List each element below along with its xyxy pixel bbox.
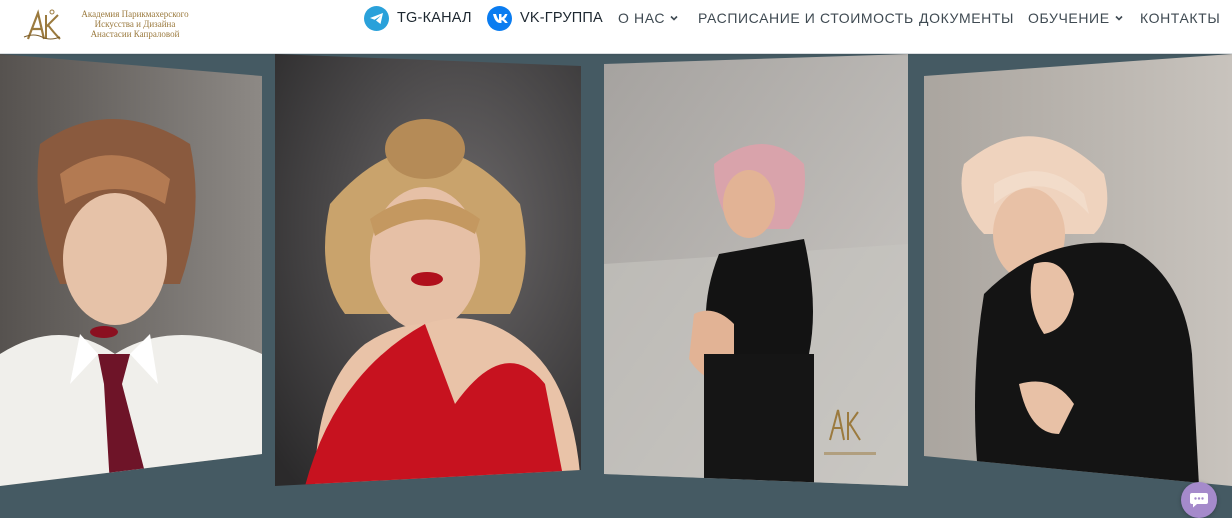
nav-schedule-label: РАСПИСАНИЕ И СТОИМОСТЬ <box>698 10 914 26</box>
site-header: Академия Парикмахерского Искусства и Диз… <box>0 0 1232 54</box>
chevron-down-icon <box>1115 15 1123 21</box>
nav-vk-link[interactable]: VK-ГРУППА <box>487 0 603 36</box>
gallery-photo-2[interactable] <box>275 54 581 486</box>
nav-contacts[interactable]: КОНТАКТЫ <box>1140 0 1220 36</box>
nav-schedule[interactable]: РАСПИСАНИЕ И СТОИМОСТЬ <box>698 0 914 36</box>
nav-education-label: ОБУЧЕНИЕ <box>1028 10 1110 26</box>
gallery-photo-1[interactable] <box>0 54 262 486</box>
nav-education[interactable]: ОБУЧЕНИЕ <box>1028 0 1123 36</box>
nav-documents-label: ДОКУМЕНТЫ <box>919 10 1015 26</box>
logo-line-1: Академия Парикмахерского <box>81 9 189 19</box>
photo-carousel[interactable] <box>0 54 1232 516</box>
nav-vk-label: VK-ГРУППА <box>520 10 603 26</box>
nav-about[interactable]: О НАС <box>618 0 678 36</box>
chat-bubble-icon <box>1190 493 1208 508</box>
gallery-photo-3[interactable] <box>604 54 908 486</box>
logo-line-3: Анастасии Капраловой <box>90 29 180 39</box>
chat-widget-button[interactable] <box>1181 482 1217 518</box>
nav-about-label: О НАС <box>618 10 666 26</box>
nav-contacts-label: КОНТАКТЫ <box>1140 10 1221 26</box>
chevron-down-icon <box>670 15 678 21</box>
gallery-photo-4[interactable] <box>924 54 1232 486</box>
academy-monogram-logo <box>23 9 61 40</box>
vk-icon <box>487 5 512 31</box>
logo-caption: Академия Парикмахерского Искусства и Диз… <box>60 9 210 39</box>
nav-telegram-link[interactable]: TG-КАНАЛ <box>364 0 472 36</box>
telegram-icon <box>364 5 389 31</box>
logo-line-2: Искусства и Дизайна <box>94 19 176 29</box>
nav-documents[interactable]: ДОКУМЕНТЫ <box>919 0 1014 36</box>
site-logo[interactable]: Академия Парикмахерского Искусства и Диз… <box>22 5 189 45</box>
nav-telegram-label: TG-КАНАЛ <box>397 10 472 26</box>
